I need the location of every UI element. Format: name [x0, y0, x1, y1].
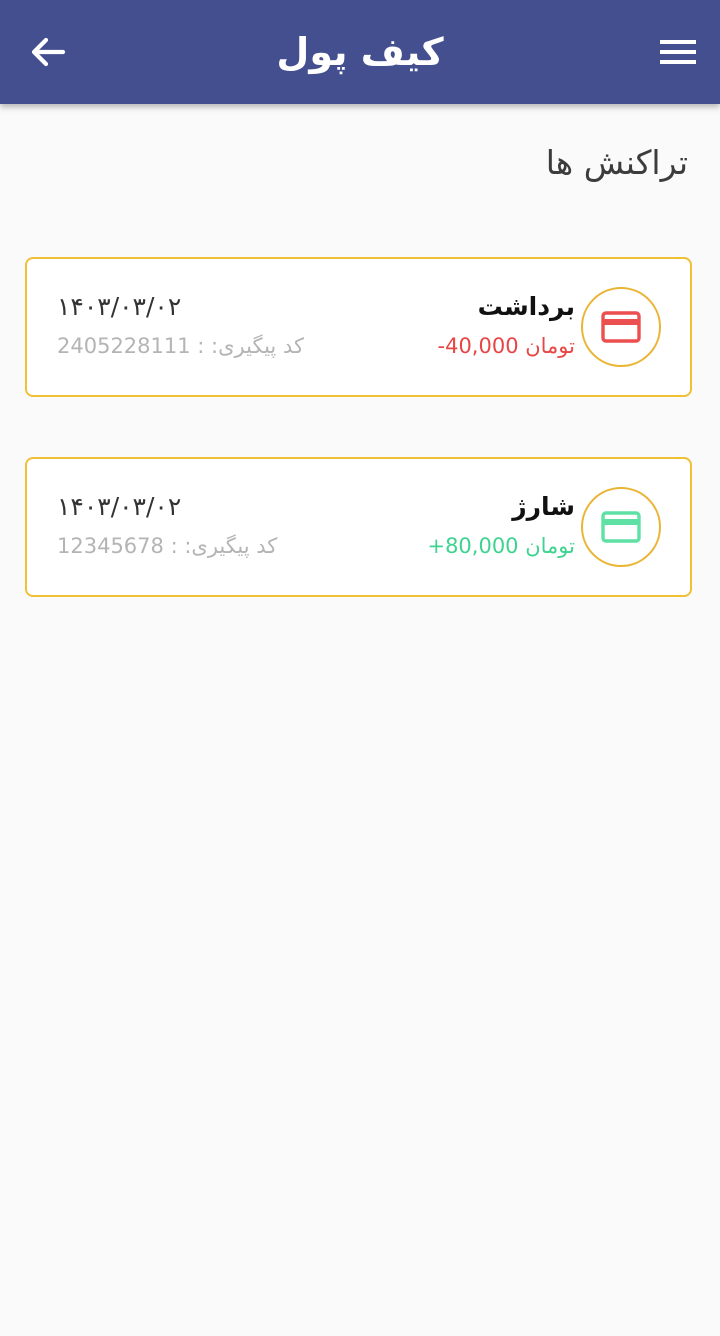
hamburger-menu-icon — [660, 40, 696, 64]
transaction-date: ۱۴۰۳/۰۳/۰۲ — [57, 492, 182, 521]
tracking-code-label: کد پیگیری: : — [170, 534, 278, 558]
tracking-code-value: 12345678 — [57, 534, 164, 558]
transaction-icon-badge — [581, 287, 661, 367]
transaction-amount: -40,000 تومان — [437, 334, 576, 358]
transaction-type: برداشت — [477, 292, 575, 321]
page-title: کیف پول — [276, 30, 444, 74]
transaction-amount: +80,000 تومان — [427, 534, 575, 558]
credit-card-icon — [601, 511, 641, 543]
transaction-card[interactable]: برداشت -40,000 تومان ۱۴۰۳/۰۳/۰۲ 24052281… — [25, 257, 692, 397]
tracking-code-value: 2405228111 — [57, 334, 191, 358]
transaction-date: ۱۴۰۳/۰۳/۰۲ — [57, 292, 182, 321]
app-bar: کیف پول — [0, 0, 720, 104]
menu-button[interactable] — [658, 30, 698, 74]
credit-card-icon — [601, 311, 641, 343]
tracking-code-label: کد پیگیری: : — [197, 334, 304, 358]
tracking-code-row: 2405228111 کد پیگیری: : — [57, 329, 304, 363]
tracking-code-row: 12345678 کد پیگیری: : — [57, 529, 277, 563]
transaction-card[interactable]: شارژ +80,000 تومان ۱۴۰۳/۰۳/۰۲ 12345678 ک… — [25, 457, 692, 597]
transaction-icon-badge — [581, 487, 661, 567]
transactions-heading: تراکنش ها — [545, 143, 688, 182]
transaction-type: شارژ — [512, 492, 575, 521]
